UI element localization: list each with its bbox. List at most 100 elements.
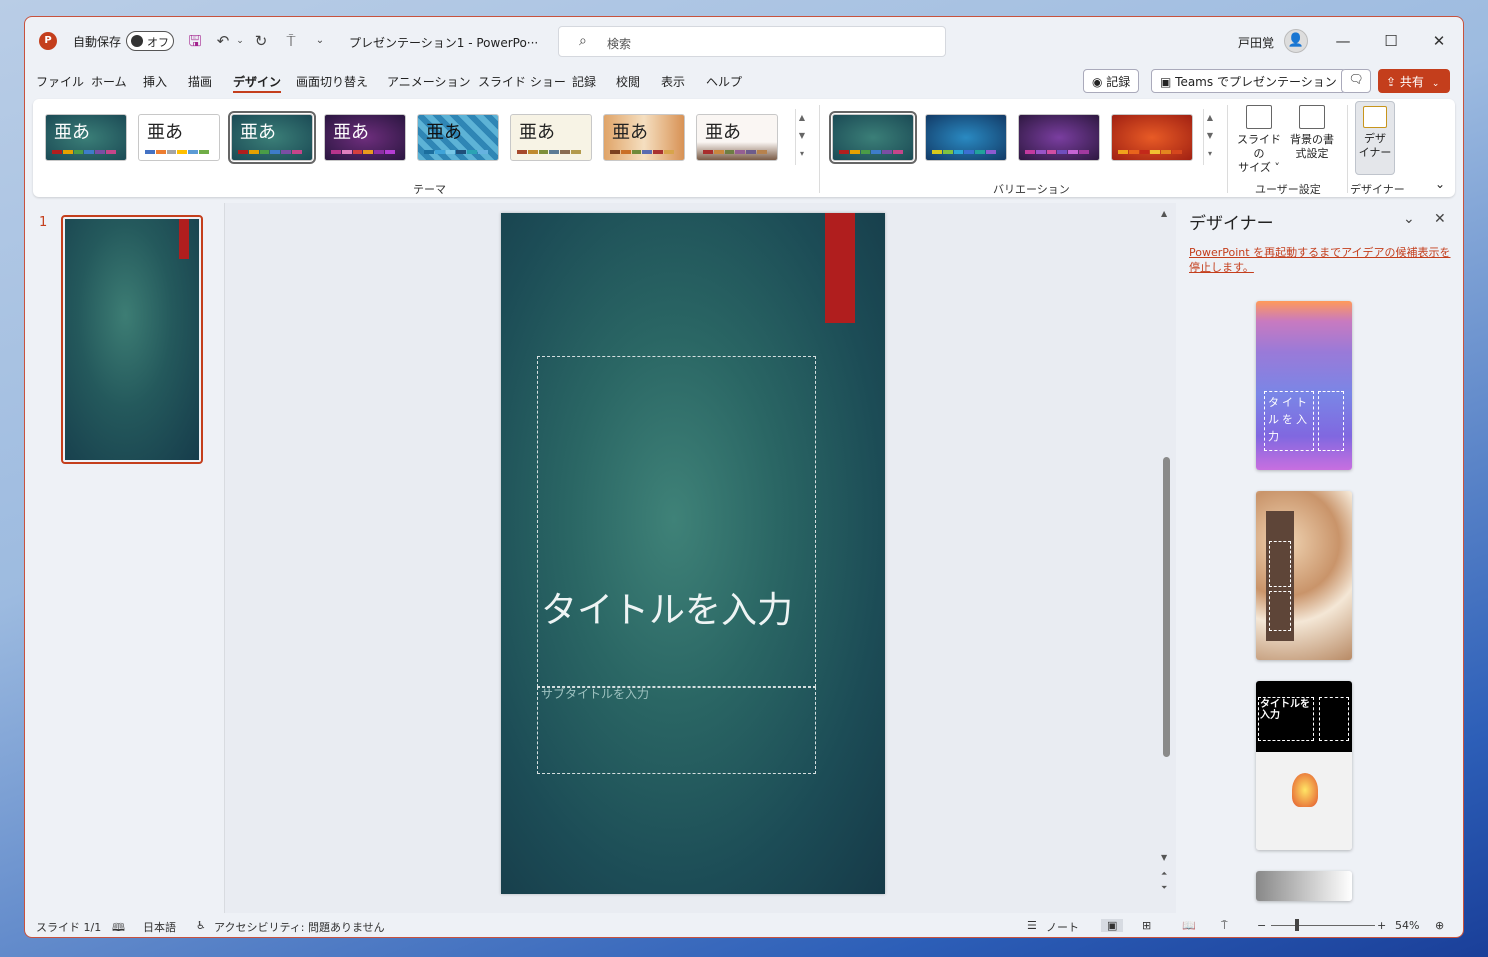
reading-view-icon[interactable]: 📖 xyxy=(1182,919,1196,932)
save-icon[interactable]: 🖫 xyxy=(185,31,205,51)
spelling-icon[interactable]: 🕮 xyxy=(112,919,125,937)
previous-slide-icon[interactable]: ⏶ xyxy=(1161,869,1167,879)
theme-ion[interactable]: 亜あ xyxy=(45,114,127,161)
variants-scroll-buttons[interactable]: ▲ ▼ ▾ xyxy=(1203,109,1216,165)
notes-button[interactable]: ノート xyxy=(1046,919,1079,935)
design-idea-4[interactable] xyxy=(1256,871,1352,901)
tab-transitions[interactable]: 画面切り替え xyxy=(296,73,368,90)
close-pane-icon[interactable]: ✕ xyxy=(1434,211,1446,227)
group-separator xyxy=(819,105,820,193)
scroll-up-icon[interactable]: ▲ xyxy=(799,113,805,122)
tab-help[interactable]: ヘルプ xyxy=(706,73,742,90)
designer-group-label: デザイナー xyxy=(1350,183,1405,196)
zoom-slider-knob[interactable] xyxy=(1295,919,1299,931)
present-from-start-icon[interactable]: ⍑ xyxy=(281,31,301,51)
language-status[interactable]: 日本語 xyxy=(143,919,176,935)
format-background-button[interactable]: 背景の書 式設定 xyxy=(1287,105,1337,161)
scroll-up-icon[interactable]: ▲ xyxy=(1161,209,1167,218)
search-box[interactable]: ⌕ 検索 xyxy=(558,26,946,57)
customize-qat-icon[interactable]: ⌄ xyxy=(310,31,330,51)
tab-record[interactable]: 記録 xyxy=(572,73,596,90)
tab-file[interactable]: ファイル xyxy=(36,73,84,90)
slide-thumbnail[interactable] xyxy=(61,215,203,464)
autosave-toggle[interactable]: オフ xyxy=(126,31,174,51)
theme-preview-text: 亜あ xyxy=(54,122,90,143)
teams-present-button[interactable]: ▣ Teams でプレゼンテーション xyxy=(1151,69,1346,93)
maximize-icon[interactable]: ☐ xyxy=(1371,27,1411,55)
slide-subtitle[interactable]: サブタイトルを入力 xyxy=(541,685,649,702)
theme-retrospect[interactable]: 亜あ xyxy=(510,114,592,161)
tab-draw[interactable]: 描画 xyxy=(188,73,212,90)
normal-view-icon[interactable]: ▣ xyxy=(1101,919,1124,932)
undo-dropdown-icon[interactable]: ⌄ xyxy=(230,31,250,51)
slide-size-button[interactable]: スライドの サイズ ˅ xyxy=(1233,105,1285,175)
designer-header: デザイナー xyxy=(1189,214,1274,234)
design-idea-3[interactable]: タイトルを入力 xyxy=(1256,681,1352,850)
pane-options-icon[interactable]: ⌄ xyxy=(1403,211,1415,227)
collapse-ribbon-icon[interactable]: ⌄ xyxy=(1435,177,1445,191)
notes-icon[interactable]: ☰ xyxy=(1027,919,1037,932)
slide[interactable]: タイトルを入力 サブタイトルを入力 xyxy=(501,213,885,894)
designer-button[interactable]: デザ イナー xyxy=(1355,101,1395,175)
theme-savon[interactable]: 亜あ xyxy=(696,114,778,161)
vertical-scrollbar[interactable]: ▲ ▼ ⏶ ⏷ xyxy=(1161,209,1171,894)
scrollbar-thumb[interactable] xyxy=(1163,457,1170,757)
zoom-out-icon[interactable]: − xyxy=(1257,919,1266,932)
variant-orange[interactable] xyxy=(1111,114,1193,161)
theme-preview-text: 亜あ xyxy=(240,122,276,143)
share-label: 共有 xyxy=(1399,75,1424,89)
variant-teal[interactable] xyxy=(829,111,917,164)
comments-button[interactable]: 🗨 xyxy=(1341,69,1371,93)
zoom-slider[interactable] xyxy=(1271,925,1375,926)
idea3-title: タイトルを入力 xyxy=(1258,697,1314,741)
close-icon[interactable]: ✕ xyxy=(1419,27,1459,55)
theme-swatches xyxy=(238,150,302,154)
tab-view[interactable]: 表示 xyxy=(661,73,685,90)
share-button[interactable]: ⇪ 共有 ⌄ xyxy=(1378,69,1450,93)
avatar[interactable]: 👤 xyxy=(1284,29,1308,53)
user-name[interactable]: 戸田覚 xyxy=(1238,34,1274,51)
tab-review[interactable]: 校閲 xyxy=(616,73,640,90)
zoom-level[interactable]: 54% xyxy=(1395,919,1419,932)
zoom-in-icon[interactable]: + xyxy=(1377,919,1386,932)
teams-icon: ▣ xyxy=(1160,75,1176,89)
theme-preview-text: 亜あ xyxy=(612,122,648,143)
theme-swatches xyxy=(52,150,116,154)
slide-sorter-icon[interactable]: ⊞ xyxy=(1142,919,1151,932)
record-button[interactable]: ◉ 記録 xyxy=(1083,69,1140,93)
variant-blue[interactable] xyxy=(925,114,1007,161)
theme-ion-boardroom[interactable]: 亜あ xyxy=(324,114,406,161)
title-placeholder[interactable] xyxy=(537,356,816,687)
accessibility-status[interactable]: アクセシビリティ: 問題ありません xyxy=(214,919,385,935)
design-idea-2[interactable] xyxy=(1256,491,1352,660)
more-icon[interactable]: ▾ xyxy=(1208,149,1212,158)
theme-organic[interactable]: 亜あ xyxy=(417,114,499,161)
theme-preview-text: 亜あ xyxy=(705,122,741,143)
scroll-up-icon[interactable]: ▲ xyxy=(1207,113,1213,122)
design-idea-1[interactable]: タイトルを入力 xyxy=(1256,301,1352,470)
minimize-icon[interactable]: — xyxy=(1323,27,1363,55)
scroll-down-icon[interactable]: ▼ xyxy=(1161,853,1167,862)
theme-wood-type[interactable]: 亜あ xyxy=(603,114,685,161)
slide-title[interactable]: タイトルを入力 xyxy=(541,587,811,635)
variant-purple[interactable] xyxy=(1018,114,1100,161)
slideshow-view-icon[interactable]: ⍑ xyxy=(1221,919,1228,933)
next-slide-icon[interactable]: ⏷ xyxy=(1161,883,1167,893)
more-icon[interactable]: ▾ xyxy=(800,149,804,158)
theme-preview-text: 亜あ xyxy=(426,122,462,143)
theme-office[interactable]: 亜あ xyxy=(138,114,220,161)
tab-design[interactable]: デザイン xyxy=(233,73,282,93)
accessibility-icon[interactable]: ♿ xyxy=(196,919,206,932)
tab-insert[interactable]: 挿入 xyxy=(143,73,167,90)
tab-home[interactable]: ホーム xyxy=(91,73,127,90)
fit-to-window-icon[interactable]: ⊕ xyxy=(1435,919,1444,932)
themes-scroll-buttons[interactable]: ▲ ▼ ▾ xyxy=(795,109,808,165)
designer-notice-link[interactable]: PowerPoint を再起動するまでアイデアの候補表示を停止します。 xyxy=(1189,245,1451,275)
tab-animations[interactable]: アニメーション xyxy=(387,73,471,90)
scroll-down-icon[interactable]: ▼ xyxy=(799,131,805,140)
tab-slideshow[interactable]: スライド ショー xyxy=(478,73,566,90)
theme-ion-selected[interactable]: 亜あ xyxy=(228,111,316,164)
scroll-down-icon[interactable]: ▼ xyxy=(1207,131,1213,140)
theme-swatches xyxy=(145,150,209,154)
redo-icon[interactable]: ↻ xyxy=(251,31,271,51)
